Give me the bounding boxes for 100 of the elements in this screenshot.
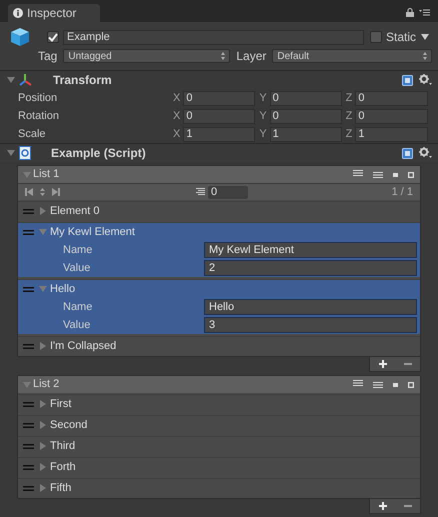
drag-handle-icon[interactable] [23,444,34,448]
collapsed-arrow-icon[interactable] [39,421,47,429]
inspector-tab[interactable]: Inspector [8,4,100,22]
static-label: Static [386,29,416,46]
text-field[interactable]: Hello [204,299,417,315]
element-label: Second [50,418,88,433]
expanded-arrow-icon[interactable] [7,76,15,84]
element-label: I'm Collapsed [50,338,116,354]
text-field[interactable]: My Kewl Element [204,242,417,258]
collapsed-arrow-icon[interactable] [39,342,47,350]
cube-icon [10,27,30,47]
page-indicator: 1 / 1 [392,184,413,200]
number-field[interactable]: 0 [183,90,256,106]
expanded-arrow-icon[interactable] [39,285,47,293]
settings-icon[interactable] [419,74,432,86]
check-icon [48,32,58,42]
add-icon[interactable] [378,360,386,368]
up-down-icon[interactable] [40,188,45,196]
axis-label: X [173,90,180,106]
menu-icon[interactable] [419,9,430,16]
page-size-icon [196,188,205,196]
axis-label: Y [259,108,267,124]
text-field[interactable]: 2 [204,260,417,276]
first-page-icon[interactable] [25,188,33,196]
property-label: Scale [18,126,47,142]
list-title: List 2 [33,377,60,392]
expanded-arrow-icon[interactable] [23,170,31,178]
updown-icon [221,52,226,60]
collapsed-arrow-icon[interactable] [39,484,47,492]
drag-handle-icon[interactable] [23,230,34,234]
layer-label: Layer [236,48,266,65]
axis-label: Z [346,126,352,142]
settings-icon[interactable] [419,147,432,159]
component-title: Example (Script) [51,145,146,162]
element-label: Fifth [50,480,72,496]
axis-label: Y [259,90,267,106]
updown-icon [423,52,427,60]
property-label: Position [18,90,58,106]
drag-handle-icon[interactable] [23,344,34,348]
number-field[interactable]: 0 [270,90,342,106]
field-label: Value [63,318,92,333]
collapsed-arrow-icon[interactable] [39,442,47,450]
lines-icon[interactable] [373,382,383,388]
element-label: Element 0 [50,204,100,219]
tag-label: Tag [38,48,58,65]
collapsed-arrow-icon[interactable] [39,463,47,471]
drag-handle-icon[interactable] [23,208,34,214]
element-label: Hello [50,282,76,297]
dropdown-arrow-icon[interactable] [421,34,430,40]
field-label: Name [63,242,94,258]
lines-icon[interactable] [373,172,383,178]
static-checkbox[interactable] [370,31,382,43]
number-field[interactable]: 0 [355,108,428,124]
collapsed-arrow-icon[interactable] [39,207,47,215]
number-field[interactable]: 0 [270,108,342,124]
add-icon[interactable] [378,502,386,510]
drag-handle-icon[interactable] [23,286,34,292]
name-field[interactable]: Example [63,30,364,44]
expanded-arrow-icon[interactable] [39,228,47,236]
remove-icon[interactable] [404,502,412,510]
expanded-arrow-icon[interactable] [7,149,15,157]
last-page-icon[interactable] [52,188,60,196]
axis-label: Z [346,108,352,124]
page-size-field[interactable]: 0 [208,186,248,198]
axis-label: Z [346,90,352,106]
drag-handle-icon[interactable] [23,402,34,406]
collapsed-arrow-icon[interactable] [39,400,47,408]
property-label: Rotation [18,108,60,124]
number-field[interactable]: 0 [355,90,428,106]
lines-icon[interactable] [353,170,363,176]
remove-icon[interactable] [404,360,412,368]
element-label: First [50,396,72,412]
element-label: Third [50,438,76,454]
field-label: Value [63,260,92,276]
minus-icon[interactable] [393,172,398,176]
axes-icon [19,73,33,87]
drag-handle-icon[interactable] [23,486,34,490]
number-field[interactable]: 1 [270,126,342,142]
list-element[interactable]: My Kewl Element Name My Kewl Element Value 2 [18,222,420,277]
field-label: Name [63,300,94,315]
text-field[interactable]: 3 [204,317,417,333]
lock-icon[interactable] [406,8,414,17]
tag-dropdown[interactable]: Untagged [63,49,230,63]
element-label: My Kewl Element [50,224,135,240]
minus-icon[interactable] [393,382,398,386]
drag-handle-icon[interactable] [23,464,34,470]
component-title: Transform [53,72,112,89]
script-file-icon [19,146,31,160]
number-field[interactable]: 0 [183,108,256,124]
element-label: Forth [50,460,76,475]
lines-icon[interactable] [353,380,363,386]
number-field[interactable]: 1 [183,126,256,142]
layer-dropdown[interactable]: Default [272,49,432,63]
drag-handle-icon[interactable] [23,422,34,428]
list-title: List 1 [33,167,60,182]
active-checkbox[interactable] [47,31,59,43]
number-field[interactable]: 1 [355,126,428,142]
expanded-arrow-icon[interactable] [23,380,31,388]
axis-label: Y [259,126,267,142]
list-element[interactable]: Hello Name Hello Value 3 [18,279,420,334]
